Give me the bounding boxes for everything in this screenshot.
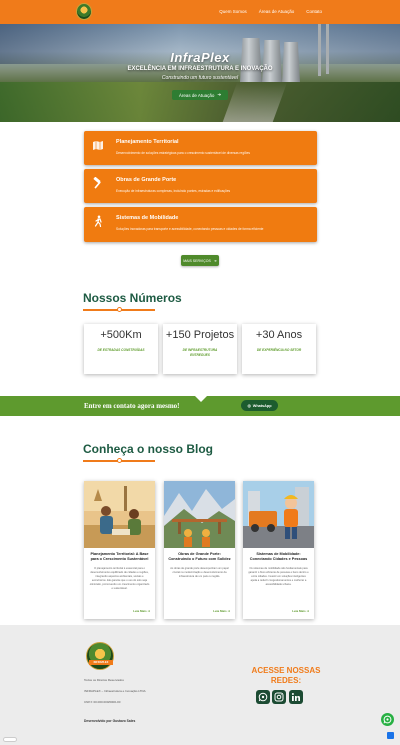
- numbers-title: Nossos Números: [83, 291, 182, 305]
- map-icon: [93, 141, 103, 150]
- underline-dot: [117, 458, 122, 463]
- linkedin-icon: [291, 693, 300, 701]
- blog-post-title: Sistemas de Mobilidade: Conectando Cidad…: [249, 552, 308, 561]
- footer: [0, 625, 400, 745]
- social-title: ACESSE NOSSAS REDES:: [251, 666, 321, 685]
- footer-rights: Todos os Direitos Reservados: [84, 678, 124, 682]
- service-card-mobilidade[interactable]: Sistemas de Mobilidade Soluções inovador…: [84, 207, 317, 242]
- stat-card: +500Km DE ESTRADAS CONSTRUÍDAS: [84, 324, 158, 374]
- service-desc: Soluções inovadoras para transporte e ac…: [116, 227, 264, 231]
- stat-value: +150 Projetos: [165, 329, 235, 341]
- blog-card[interactable]: Obras de Grande Porte: Construindo o Fut…: [164, 481, 235, 619]
- service-title: Obras de Grande Porte: [116, 177, 177, 183]
- arrow-right-icon: ➜: [213, 258, 217, 263]
- whatsapp-icon: [258, 692, 268, 702]
- social-linkedin[interactable]: [289, 690, 303, 704]
- service-title: Sistemas de Mobilidade: [116, 215, 179, 221]
- hero-button-label: Áreas de Atuação: [178, 92, 215, 98]
- more-services-button[interactable]: MAIS SERVIÇOS ➜: [181, 255, 219, 266]
- footer-developer: Desenvolvido por Gustavo Sales: [84, 719, 136, 723]
- social-whatsapp[interactable]: [256, 690, 270, 704]
- logo[interactable]: [76, 3, 92, 20]
- hammer-icon: [93, 177, 101, 189]
- blog-post-title: Planejamento Territorial: A Base para o …: [90, 552, 149, 561]
- blog-post-title: Obras de Grande Porte: Construindo o Fut…: [168, 552, 231, 561]
- footer-logo-text: INFRAPLEX: [89, 660, 113, 665]
- service-title: Planejamento Territorial: [116, 139, 179, 145]
- main-nav: Quem Somos Áreas de Atuação Contato: [219, 9, 322, 14]
- nav-quem-somos[interactable]: Quem Somos: [219, 9, 247, 14]
- stat-card: +30 Anos DE EXPERIÊNCIA NO SETOR: [242, 324, 316, 374]
- more-services-label: MAIS SERVIÇOS: [183, 258, 211, 263]
- hero-title: InfraPlex: [170, 50, 230, 65]
- footer-cnpj: CNPJ: 00.000.000/0000-00: [84, 700, 121, 704]
- stat-value: +30 Anos: [255, 329, 303, 341]
- read-more-label: Leia Mais: [133, 609, 147, 613]
- whatsapp-button-label: WhatsApp: [252, 403, 272, 408]
- footer-logo[interactable]: INFRAPLEX: [86, 642, 114, 670]
- service-card-obras[interactable]: Obras de Grande Porte Execução de infrae…: [84, 169, 317, 203]
- band-notch: [195, 396, 207, 402]
- hero-subtitle: EXCELÊNCIA EM INFRAESTRUTURA E INOVAÇÃO: [127, 66, 273, 72]
- page: Quem Somos Áreas de Atuação Contato Infr…: [0, 0, 400, 745]
- hero-banner: InfraPlex EXCELÊNCIA EM INFRAESTRUTURA E…: [0, 24, 400, 122]
- person-walking-icon: [94, 215, 102, 227]
- recaptcha-icon[interactable]: [387, 732, 394, 739]
- stat-card: +150 Projetos DE INFRAESTRUTURA ENTREGUE…: [163, 324, 237, 374]
- footer-company: INFRAPLEX – Infraestrutura e Inovação LT…: [84, 689, 146, 693]
- whatsapp-icon: [383, 715, 392, 724]
- contact-text: Entre em contato agora mesmo!: [84, 402, 180, 410]
- top-header: Quem Somos Áreas de Atuação Contato: [0, 0, 400, 24]
- hero-tagline: Construindo um futuro sustentável: [161, 75, 239, 81]
- blog-card[interactable]: Sistemas de Mobilidade: Conectando Cidad…: [243, 481, 314, 619]
- blog-image-obras: [164, 481, 235, 548]
- instagram-icon: [274, 692, 284, 702]
- blog-title: Conheça o nosso Blog: [83, 442, 214, 456]
- social-instagram[interactable]: [272, 690, 286, 704]
- read-more-label: Leia Mais: [213, 609, 227, 613]
- read-more-link[interactable]: Leia Mais ➜: [292, 609, 309, 613]
- blog-image-planejamento: [84, 481, 155, 548]
- nav-areas-atuacao[interactable]: Áreas de Atuação: [259, 9, 295, 14]
- arrow-right-icon: ➜: [217, 92, 222, 97]
- read-more-link[interactable]: Leia Mais ➜: [213, 609, 230, 613]
- read-more-link[interactable]: Leia Mais ➜: [133, 609, 150, 613]
- stat-label: DE ESTRADAS CONSTRUÍDAS: [97, 348, 145, 352]
- stat-label: DE INFRAESTRUTURA ENTREGUES: [182, 348, 218, 357]
- hero-fields: [0, 82, 400, 122]
- whatsapp-button[interactable]: ◎ WhatsApp: [241, 400, 278, 411]
- whatsapp-icon: ◎: [247, 404, 251, 408]
- nav-contato[interactable]: Contato: [306, 9, 322, 14]
- service-card-planejamento[interactable]: Planejamento Territorial Desenvolvimento…: [84, 131, 317, 165]
- read-more-label: Leia Mais: [292, 609, 306, 613]
- floating-whatsapp-button[interactable]: [381, 713, 394, 726]
- service-desc: Execução de infraestruturas complexas, i…: [116, 189, 231, 193]
- service-desc: Desenvolvimento de soluções estratégicas…: [116, 151, 250, 155]
- blog-post-desc: As obras de grande porte desempenham um …: [170, 567, 229, 578]
- stat-value: +500Km: [100, 329, 142, 341]
- areas-atuacao-button[interactable]: Áreas de Atuação ➜: [172, 90, 228, 100]
- blog-card[interactable]: Planejamento Territorial: A Base para o …: [84, 481, 155, 619]
- blog-image-mobilidade: [243, 481, 314, 548]
- blog-post-desc: O planejamento territorial é essencial p…: [89, 567, 150, 590]
- blog-post-desc: Os sistemas de mobilidade são fundamenta…: [248, 567, 309, 586]
- privacy-badge[interactable]: [3, 737, 17, 742]
- stat-label: DE EXPERIÊNCIA NO SETOR: [256, 348, 302, 352]
- underline-dot: [117, 307, 122, 312]
